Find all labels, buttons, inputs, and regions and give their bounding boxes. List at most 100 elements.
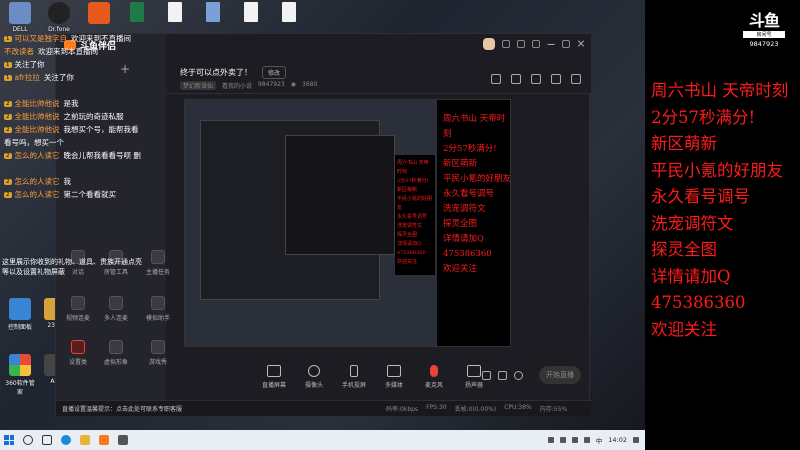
preview-overlay-line: 永久看号调号 xyxy=(443,189,495,199)
bell-icon[interactable] xyxy=(551,74,561,84)
source-phone-button[interactable]: 手机投屏 xyxy=(336,364,372,389)
header-tools xyxy=(491,74,581,84)
room-number-label: 房间号 xyxy=(743,31,785,38)
desktop-icon-dell[interactable]: DELL xyxy=(3,2,37,33)
desktop-icon-doc3[interactable] xyxy=(234,2,268,24)
stat-fps: FPS:30 xyxy=(426,404,447,411)
chat-spacer xyxy=(0,162,165,175)
desktop-icon-doc2[interactable] xyxy=(196,2,230,24)
chat-message: 2 全能比帅他说 之前玩的奇迹私服 xyxy=(0,110,165,123)
maximize-icon[interactable] xyxy=(562,40,570,48)
douyu-icon[interactable] xyxy=(99,435,109,445)
preview-overlay-text: 周六书山 天帝时刻 2分57秒满分! 新区萌新 平民小氪的好朋友 永久看号调号 … xyxy=(437,100,510,346)
chat-text: 晚会儿帮我看看号呗 删 xyxy=(63,151,141,160)
stat-memory: 内存:55% xyxy=(539,406,568,413)
desktop-icon-doc4[interactable] xyxy=(272,2,306,24)
desktop-icon-drfone[interactable]: Dr.fone xyxy=(42,2,76,33)
clock[interactable]: 14:02 xyxy=(608,436,627,444)
stream-stats: 码率:0kbps FPS:30 丢帧:0(0.00%) CPU:38% 内存:5… xyxy=(336,404,567,413)
network-icon[interactable] xyxy=(571,437,578,443)
level-badge: 1 xyxy=(4,74,12,81)
avatar[interactable] xyxy=(483,38,495,50)
settings-icon[interactable] xyxy=(532,40,540,48)
service-notice[interactable]: 直播设置温馨提示：点击此处可联系专职客服 xyxy=(56,404,336,413)
record-icon[interactable] xyxy=(482,371,491,380)
volume-icon[interactable] xyxy=(498,371,507,380)
source-camera-button[interactable]: 摄像头 xyxy=(296,364,332,389)
chat-text: 欢迎来到不直播间 xyxy=(71,34,131,43)
source-media-button[interactable]: 多媒体 xyxy=(376,364,412,389)
tool-label: 虚拟形象 xyxy=(103,359,128,366)
nested-overlay-line: 2分57秒满分! xyxy=(397,178,429,184)
chat-text: 是我 xyxy=(63,99,79,108)
tool-settings[interactable]: 设置类 xyxy=(58,340,98,366)
screenshot-icon[interactable] xyxy=(491,74,501,84)
desktop-icon-control-panel[interactable]: 控制面板 xyxy=(3,298,37,331)
preview-nested-app-inner xyxy=(285,135,395,255)
screen: DELL Dr.fone 控制面板 2345 360软件管家 Alx 斗鱼伴侣 … xyxy=(0,0,800,450)
chat-message: 1 关注了你 xyxy=(0,58,165,71)
settings-gear-icon[interactable] xyxy=(514,371,523,380)
tool-multi-link[interactable]: 多人连麦 xyxy=(96,296,136,322)
close-icon[interactable] xyxy=(577,40,585,48)
level-badge: 2 xyxy=(4,178,12,185)
edit-title-button[interactable]: 修改 xyxy=(262,66,287,79)
room-category[interactable]: 梦幻新诛仙 xyxy=(180,81,217,90)
task-view-icon[interactable] xyxy=(42,435,52,445)
tray-icon[interactable] xyxy=(547,437,554,443)
stream-preview[interactable]: 周六书山 天帝时刻 2分57秒满分! 新区萌新 平民小氪的好朋友 永久看号调号 … xyxy=(184,99,511,347)
app-icon[interactable] xyxy=(118,435,128,445)
nested-overlay-line: 探灵全图 xyxy=(397,232,418,238)
chat-text: 关注了你 xyxy=(14,60,45,69)
chat-message: 1 可以又是独字自 欢迎来到不直播间 xyxy=(0,32,165,45)
source-screen-button[interactable]: 直播屏幕 xyxy=(256,364,292,389)
chat-text: 欢迎来到本直播间 xyxy=(38,47,98,56)
input-language[interactable]: 中 xyxy=(596,435,603,445)
chat-nick: 全能比帅他说 xyxy=(14,112,60,121)
chat-text: 我想买个号，能帮我看 xyxy=(63,125,139,134)
room-number: 9847923 xyxy=(749,40,779,48)
share-icon[interactable] xyxy=(571,74,581,84)
nested-overlay-line: 详情请加Q xyxy=(397,241,422,247)
tool-video-link[interactable]: 视频连麦 xyxy=(58,296,98,322)
tool-helper[interactable]: 模拟助手 xyxy=(138,296,178,322)
promo-line: 2分57秒满分! xyxy=(651,107,756,127)
microphone-button[interactable]: 麦克风 xyxy=(416,364,452,389)
start-icon[interactable] xyxy=(4,435,14,445)
folder-icon[interactable] xyxy=(80,435,90,445)
lock-icon[interactable] xyxy=(511,74,521,84)
chat-text: 看号吗，想买一个 xyxy=(4,138,64,147)
minimize-icon[interactable] xyxy=(547,40,555,45)
tool-avatar[interactable]: 虚拟形象 xyxy=(96,340,136,366)
gift-icon[interactable] xyxy=(517,40,525,48)
edge-icon[interactable] xyxy=(61,435,71,445)
share-screen-icon[interactable] xyxy=(531,74,541,84)
promo-line: 475386360 xyxy=(651,293,746,312)
source-label: 直播屏幕 xyxy=(261,381,286,389)
desktop-icon-360[interactable]: 360软件管家 xyxy=(3,354,37,396)
desktop-icon-excel[interactable] xyxy=(120,2,154,24)
chat-message: 2 怎么的人读它我 xyxy=(0,175,165,188)
desktop-icon-video[interactable] xyxy=(82,2,116,26)
level-badge: 2 xyxy=(4,113,12,120)
chat-message: 2 全能比帅他说 是我 xyxy=(0,97,165,110)
source-label: 多媒体 xyxy=(384,381,403,389)
preview-overlay-line: 欢迎关注 xyxy=(443,264,478,274)
chat-nick: 可以又是独字自 xyxy=(14,34,68,43)
start-live-button[interactable]: 开始直播 xyxy=(539,366,581,384)
preview-overlay-line: 新区萌新 xyxy=(443,159,478,169)
notification-icon[interactable] xyxy=(633,437,639,443)
volume-tray-icon[interactable] xyxy=(583,437,590,443)
source-label: 扬声器 xyxy=(464,381,483,389)
nested-overlay-line: 周六书山 天帝时刻 xyxy=(397,160,429,175)
window-controls xyxy=(483,38,585,50)
chat-message-cont: 看号吗，想买一个 xyxy=(0,136,165,149)
message-icon[interactable] xyxy=(502,40,510,48)
desktop-icon-doc[interactable] xyxy=(158,2,192,24)
chat-message: 1 afr拉拉 关注了你 xyxy=(0,71,165,84)
promo-line: 探灵全图 xyxy=(651,240,717,259)
level-badge: 1 xyxy=(4,61,12,68)
search-icon[interactable] xyxy=(23,435,33,445)
room-host: 看我的小说 xyxy=(222,83,253,90)
tray-icon[interactable] xyxy=(559,437,566,443)
